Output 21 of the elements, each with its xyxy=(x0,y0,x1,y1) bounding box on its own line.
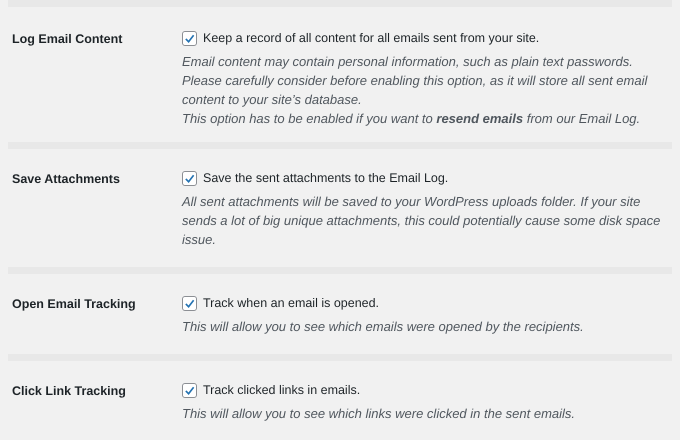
checkbox[interactable] xyxy=(182,170,197,186)
description-text: Email content may contain personal information, such as plain text passwords. Please carefully consider before enabling this option, as it will store all sent email content to your site’s database. xyxy=(182,53,649,109)
checkbox-label: Keep a record of all content for all emails sent from your site. xyxy=(203,30,540,47)
setting-label: Open Email Tracking xyxy=(12,296,137,313)
description-text: This will allow you to see which links were clicked in the sent emails. xyxy=(182,405,576,423)
checkbox[interactable] xyxy=(182,30,197,46)
checkbox[interactable] xyxy=(182,296,197,310)
description-text: All sent attachments will be saved to your WordPress uploads folder. If your site sends a lot of big unique attachments, this could potentially cause some disk space issue. xyxy=(182,193,662,249)
checkbox-label: Track clicked links in emails. xyxy=(203,382,360,399)
setting-label: Save Attachments xyxy=(12,171,121,188)
description-text: This will allow you to see which emails were opened by the recipients. xyxy=(182,318,585,336)
checkmark-icon xyxy=(184,384,195,396)
setting-label: Log Email Content xyxy=(12,31,124,48)
checkmark-icon xyxy=(184,298,195,308)
setting-label: Click Link Tracking xyxy=(12,383,127,400)
checkbox-label: Save the sent attachments to the Email Log. xyxy=(203,170,448,187)
description-text: This option has to be enabled if you want to resend emails from our Email Log. xyxy=(182,110,642,128)
checkbox[interactable] xyxy=(182,382,197,398)
checkmark-icon xyxy=(184,172,195,184)
checkmark-icon xyxy=(184,32,195,44)
checkbox-label: Track when an email is opened. xyxy=(203,295,380,312)
